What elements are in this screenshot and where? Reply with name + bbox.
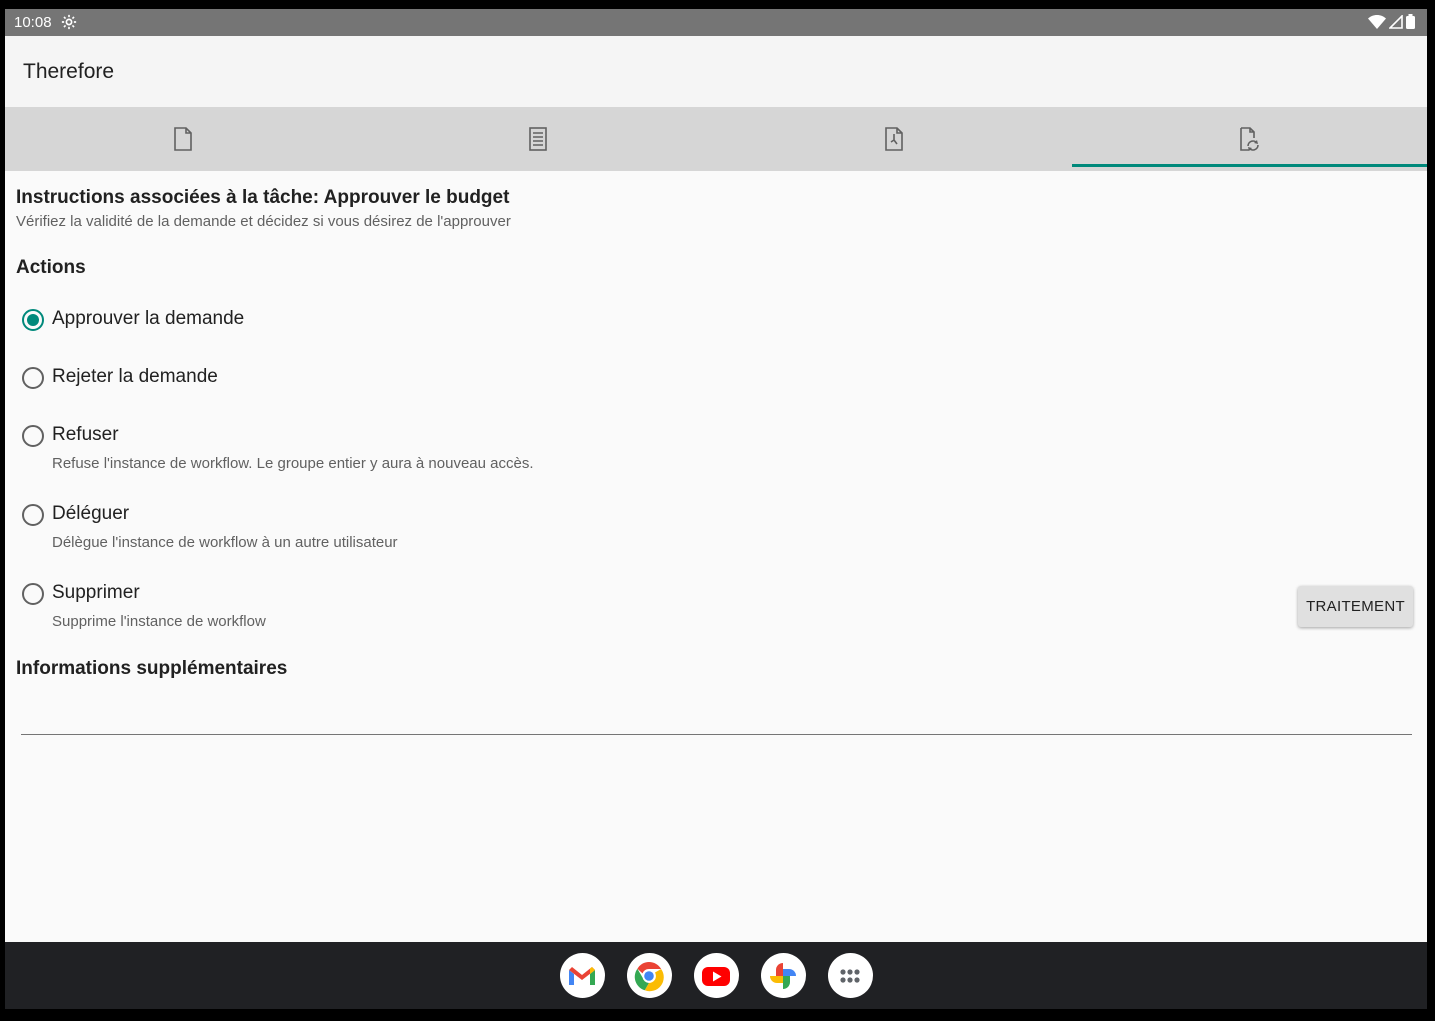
- radio-button[interactable]: [22, 583, 44, 605]
- document-icon: [173, 127, 192, 151]
- gmail-app[interactable]: [559, 953, 605, 998]
- actions-heading: Actions: [16, 257, 86, 278]
- radio-label: Déléguer: [52, 503, 130, 524]
- gmail-icon: [569, 966, 595, 985]
- cellular-signal-icon: [1389, 14, 1403, 29]
- photos-app[interactable]: [760, 953, 806, 998]
- app-dock: [5, 942, 1427, 1009]
- tab-document[interactable]: [5, 107, 361, 171]
- index-list-icon: [529, 127, 548, 151]
- tab-history[interactable]: [716, 107, 1072, 171]
- history-icon: [884, 127, 903, 151]
- instructions-title: Instructions associées à la tâche: Appro…: [16, 187, 510, 208]
- radio-button[interactable]: [22, 425, 44, 447]
- additional-info-input[interactable]: [21, 701, 1412, 735]
- wifi-icon: [1368, 14, 1386, 29]
- chrome-app[interactable]: [626, 953, 672, 998]
- workflow-icon: [1240, 127, 1260, 151]
- device-screen: 10:08 Therefore Instructions associées à…: [5, 9, 1427, 1009]
- radio-label: Supprimer: [52, 582, 140, 603]
- status-time: 10:08: [14, 14, 52, 31]
- radio-button-checked[interactable]: [22, 309, 44, 331]
- tab-bar: [5, 107, 1427, 171]
- tab-workflow[interactable]: [1071, 107, 1428, 171]
- tab-index-data[interactable]: [361, 107, 717, 171]
- app-title: Therefore: [23, 60, 115, 83]
- app-drawer-button[interactable]: [827, 953, 873, 998]
- app-drawer-icon: [840, 968, 860, 983]
- chrome-icon: [634, 961, 664, 991]
- status-indicators: [1368, 14, 1415, 29]
- radio-button[interactable]: [22, 367, 44, 389]
- process-button[interactable]: TRAITEMENT: [1298, 586, 1413, 627]
- radio-description: Refuse l'instance de workflow. Le groupe…: [52, 455, 534, 472]
- app-bar: Therefore: [5, 36, 1427, 107]
- radio-label: Approuver la demande: [52, 308, 245, 329]
- radio-label: Rejeter la demande: [52, 366, 218, 387]
- settings-gear-icon: [61, 14, 77, 30]
- status-bar: 10:08: [5, 9, 1427, 36]
- radio-description: Délègue l'instance de workflow à un autr…: [52, 534, 398, 551]
- battery-icon: [1406, 14, 1415, 29]
- instructions-description: Vérifiez la validité de la demande et dé…: [16, 213, 511, 230]
- youtube-app[interactable]: [693, 953, 739, 998]
- youtube-icon: [702, 966, 730, 986]
- radio-label: Refuser: [52, 424, 119, 445]
- photos-icon: [770, 962, 796, 989]
- radio-description: Supprime l'instance de workflow: [52, 613, 266, 630]
- additional-info-heading: Informations supplémentaires: [16, 658, 288, 679]
- radio-button[interactable]: [22, 504, 44, 526]
